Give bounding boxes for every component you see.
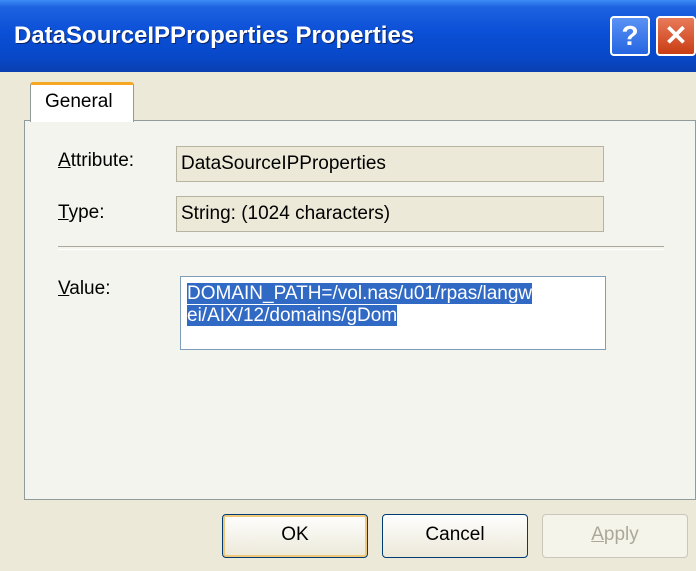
tab-general[interactable]: General [30,82,134,122]
value-label: Value: [58,278,111,299]
close-button[interactable]: ✕ [656,16,696,56]
type-label: Type: [58,202,105,223]
value-text-line-2: ei/AIX/12/domains/gDom [187,305,398,326]
apply-button[interactable]: Apply [542,514,688,558]
separator [58,246,664,250]
close-icon: ✕ [664,20,688,51]
cancel-button[interactable]: Cancel [382,514,528,558]
type-value-field: String: (1024 characters) [176,196,604,232]
help-icon: ? [621,20,639,51]
title-bar: DataSourceIPProperties Properties ? ✕ [0,0,696,72]
help-button[interactable]: ? [610,16,650,56]
value-input[interactable]: DOMAIN_PATH=/vol.nas/u01/rpas/langw ei/A… [180,276,606,350]
window-title: DataSourceIPProperties Properties [14,22,415,49]
ok-button[interactable]: OK [222,514,368,558]
attribute-value-field: DataSourceIPProperties [176,146,604,182]
value-text-line-1: DOMAIN_PATH=/vol.nas/u01/rpas/langw [187,283,533,304]
attribute-label: Attribute: [58,150,135,171]
